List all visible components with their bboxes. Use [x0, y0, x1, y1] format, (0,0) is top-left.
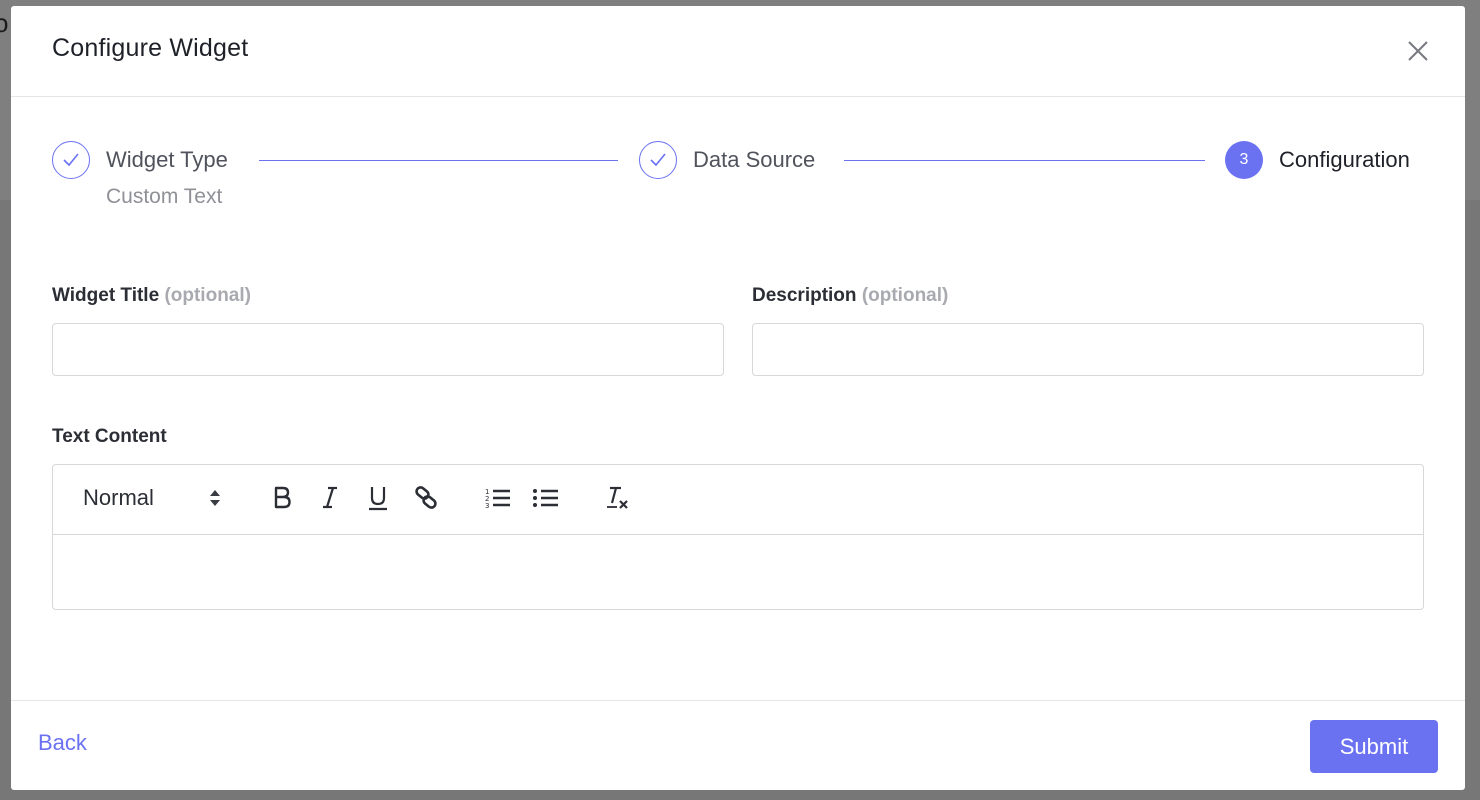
modal-title: Configure Widget [52, 34, 249, 62]
underline-button[interactable] [363, 484, 393, 514]
check-icon [650, 153, 666, 167]
step-connector [259, 160, 618, 161]
step-sublabel: Custom Text [106, 185, 223, 208]
italic-button[interactable] [315, 484, 345, 514]
description-label: Description (optional) [752, 285, 948, 307]
step-label: Data Source [693, 147, 816, 172]
link-icon [415, 486, 437, 509]
bold-icon [274, 486, 291, 509]
link-button[interactable] [411, 484, 441, 514]
format-select-value: Normal [83, 485, 154, 510]
rich-text-editor: Normal 1 2 3 [52, 464, 1424, 610]
modal-footer: Back Submit [11, 700, 1465, 791]
optional-hint: (optional) [164, 285, 251, 306]
optional-hint: (optional) [861, 285, 949, 306]
step-number-indicator: 3 [1225, 141, 1263, 179]
editor-content-area[interactable] [53, 535, 1423, 609]
background-page-glyph: o [0, 8, 9, 38]
text-content-label: Text Content [52, 426, 167, 447]
clear-format-icon [607, 486, 628, 509]
format-select[interactable]: Normal [83, 485, 229, 513]
bullet-list-icon [533, 489, 558, 507]
bullet-list-button[interactable] [531, 484, 561, 514]
widget-title-label: Widget Title (optional) [52, 285, 251, 307]
close-icon [1408, 41, 1428, 61]
italic-icon [323, 486, 337, 509]
editor-toolbar: Normal 1 2 3 [53, 465, 1423, 535]
step-complete-indicator [52, 141, 90, 179]
step-connector [844, 160, 1205, 161]
underline-icon [369, 487, 387, 511]
description-input[interactable] [752, 323, 1424, 376]
submit-button[interactable]: Submit [1310, 720, 1438, 773]
step-label: Configuration [1279, 147, 1410, 172]
modal-header: Configure Widget [11, 6, 1465, 97]
check-icon [63, 153, 79, 167]
step-label: Widget Type [106, 147, 228, 172]
widget-title-input[interactable] [52, 323, 724, 376]
step-complete-indicator [639, 141, 677, 179]
clear-format-button[interactable] [604, 484, 634, 514]
svg-text:3: 3 [485, 502, 489, 510]
back-button[interactable]: Back [38, 730, 87, 756]
select-arrows-icon [210, 490, 220, 506]
widget-title-label-text: Widget Title [52, 285, 160, 306]
progress-stepper: Widget Type Custom Text Data Source 3 Co… [52, 138, 1424, 228]
configure-widget-modal: Configure Widget Widget Type Custom Text [11, 6, 1465, 790]
ordered-list-icon: 1 2 3 [485, 488, 510, 510]
ordered-list-button[interactable]: 1 2 3 [483, 484, 513, 514]
close-button[interactable] [1403, 36, 1433, 66]
description-label-text: Description [752, 285, 857, 306]
bold-button[interactable] [267, 484, 297, 514]
